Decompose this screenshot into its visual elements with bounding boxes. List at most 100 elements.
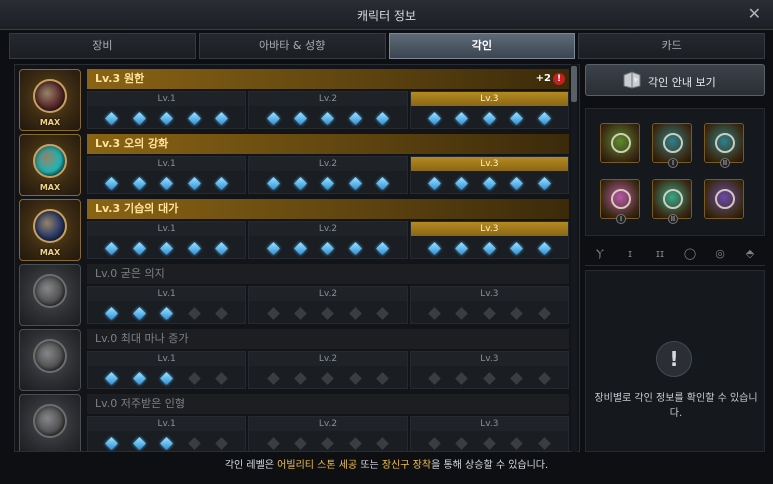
tab-equipment[interactable]: 장비 — [9, 33, 196, 59]
engraving-list: MAX Lv.3 원한 +2! Lv.1 Lv.2 Lv.3 MAX Lv.3 오의 강화 Lv… — [14, 64, 580, 452]
engraving-node-icon — [537, 241, 551, 255]
level-segment: Lv.1 — [87, 351, 247, 389]
engraving-row[interactable]: MAX Lv.3 기습의 대가 Lv.1 Lv.2 Lv.3 — [15, 197, 571, 261]
engraving-node-icon — [482, 241, 496, 255]
footer-text-post: 을 통해 상승할 수 있습니다. — [431, 460, 549, 471]
equipment-grid: I II I II — [585, 108, 765, 236]
engraving-node-icon — [428, 241, 441, 255]
necklace-slot[interactable] — [600, 123, 640, 163]
engraving-node-icon — [537, 176, 551, 190]
engraving-node-icon — [294, 306, 307, 320]
engraving-icon: MAX — [19, 69, 81, 131]
ring-slot-1[interactable]: I — [600, 179, 640, 224]
engraving-icon — [19, 394, 81, 451]
engraving-node-icon — [105, 436, 119, 450]
engraving-row[interactable]: Lv.0 굳은 의지 Lv.1 Lv.2 Lv.3 — [15, 262, 571, 326]
engraving-node-icon — [321, 176, 335, 190]
warning-icon[interactable]: ! — [553, 73, 565, 85]
level-label: Lv.2 — [249, 287, 407, 301]
engraving-name: Lv.3 원한 +2! — [87, 69, 569, 89]
engraving-node-icon — [160, 176, 173, 190]
engraving-name: Lv.0 굳은 의지 — [87, 264, 569, 284]
level-label: Lv.2 — [249, 92, 407, 106]
tab-avatar-personality[interactable]: 아바타 & 성향 — [198, 33, 386, 59]
engraving-node-icon — [510, 371, 524, 385]
engraving-levels: Lv.1 Lv.2 Lv.3 — [87, 351, 569, 389]
level-label: Lv.2 — [249, 352, 407, 366]
engraving-node-icon — [349, 111, 362, 125]
engraving-node-icon — [510, 306, 524, 320]
engraving-node-icon — [455, 436, 469, 450]
equipment-filter-bar: Ⲩɪ ɪɪ ◯ ◎ ⬘ — [585, 242, 765, 266]
slot-index-badge: II — [668, 214, 678, 224]
engraving-node-icon — [510, 111, 524, 125]
footer-text-mid: 또는 — [357, 460, 382, 471]
stone-filter-icon[interactable]: ⬘ — [742, 246, 758, 262]
engraving-node-icon — [160, 436, 173, 450]
earring-slot-1[interactable]: I — [652, 123, 692, 168]
engraving-node-icon — [376, 111, 390, 125]
engraving-node-icon — [376, 306, 390, 320]
necklace-filter-icon[interactable]: Ⲩ — [592, 246, 608, 262]
engraving-guide-button[interactable]: 각인 안내 보기 — [585, 64, 765, 96]
scrollbar-thumb[interactable] — [571, 66, 577, 102]
engraving-row[interactable]: Lv.0 저주받은 인형 Lv.1 Lv.2 Lv.3 — [15, 392, 571, 451]
engraving-name-text: Lv.3 기습의 대가 — [95, 202, 179, 215]
level-nodes — [411, 238, 568, 258]
level-segment: Lv.2 — [248, 156, 408, 194]
engraving-node-icon — [537, 436, 551, 450]
level-segment: Lv.1 — [87, 91, 247, 129]
level-label: Lv.1 — [88, 157, 246, 171]
scrollbar[interactable] — [571, 64, 577, 452]
engraving-name: Lv.0 저주받은 인형 — [87, 394, 569, 414]
engraving-levels: Lv.1 Lv.2 Lv.3 — [87, 221, 569, 259]
level-nodes — [88, 108, 245, 128]
engraving-node-icon — [105, 371, 119, 385]
level-label: Lv.3 — [410, 287, 568, 301]
max-label: MAX — [39, 118, 61, 127]
engraving-node-icon — [187, 371, 201, 385]
engraving-node-icon — [376, 436, 390, 450]
engraving-name: Lv.0 최대 마나 증가 — [87, 329, 569, 349]
engraving-node-icon — [349, 306, 362, 320]
level-segment: Lv.1 — [87, 221, 247, 259]
engraving-node-icon — [132, 111, 146, 125]
engraving-node-icon — [160, 371, 173, 385]
close-icon[interactable]: ✕ — [748, 4, 761, 23]
level-segment: Lv.2 — [248, 221, 408, 259]
tab-engraving[interactable]: 각인 — [388, 33, 576, 59]
engraving-node-icon — [428, 306, 441, 320]
footer-hint: 각인 레벨은 어빌리티 스톤 세공 또는 장신구 장착을 통해 상승할 수 있습… — [0, 456, 773, 476]
engraving-node-icon — [482, 371, 496, 385]
level-label: Lv.2 — [249, 222, 407, 236]
engraving-row[interactable]: MAX Lv.3 원한 +2! Lv.1 Lv.2 Lv.3 — [15, 67, 571, 131]
ring-2-filter-icon[interactable]: ◎ — [712, 246, 728, 262]
engraving-node-icon — [455, 176, 469, 190]
earring-1-filter-icon[interactable]: ɪ — [622, 246, 638, 262]
engraving-gem-icon — [33, 79, 67, 113]
level-nodes — [88, 238, 245, 258]
engraving-row[interactable]: MAX Lv.3 오의 강화 Lv.1 Lv.2 Lv.3 — [15, 132, 571, 196]
level-segment: Lv.1 — [87, 156, 247, 194]
engraving-name-text: Lv.0 저주받은 인형 — [95, 397, 185, 410]
engraving-node-icon — [321, 241, 335, 255]
level-segment: Lv.3 — [409, 351, 569, 389]
engraving-node-icon — [266, 176, 280, 190]
engraving-node-icon — [482, 176, 496, 190]
tab-card[interactable]: 카드 — [578, 33, 765, 59]
engraving-node-icon — [537, 111, 551, 125]
level-segment: Lv.3 — [409, 221, 569, 259]
ring-slot-2[interactable]: II — [652, 179, 692, 224]
level-label: Lv.1 — [88, 222, 246, 236]
engraving-gem-icon — [33, 404, 67, 438]
ring-1-filter-icon[interactable]: ◯ — [682, 246, 698, 262]
engraving-node-icon — [266, 111, 280, 125]
earring-2-filter-icon[interactable]: ɪɪ — [652, 246, 668, 262]
engraving-node-icon — [132, 306, 146, 320]
engraving-row[interactable]: Lv.0 최대 마나 증가 Lv.1 Lv.2 Lv.3 — [15, 327, 571, 391]
earring-slot-2[interactable]: II — [704, 123, 744, 168]
slot-index-badge: II — [720, 158, 730, 168]
engraving-guide-label: 각인 안내 보기 — [648, 76, 716, 89]
level-segment: Lv.3 — [409, 156, 569, 194]
stone-slot[interactable] — [704, 179, 744, 219]
